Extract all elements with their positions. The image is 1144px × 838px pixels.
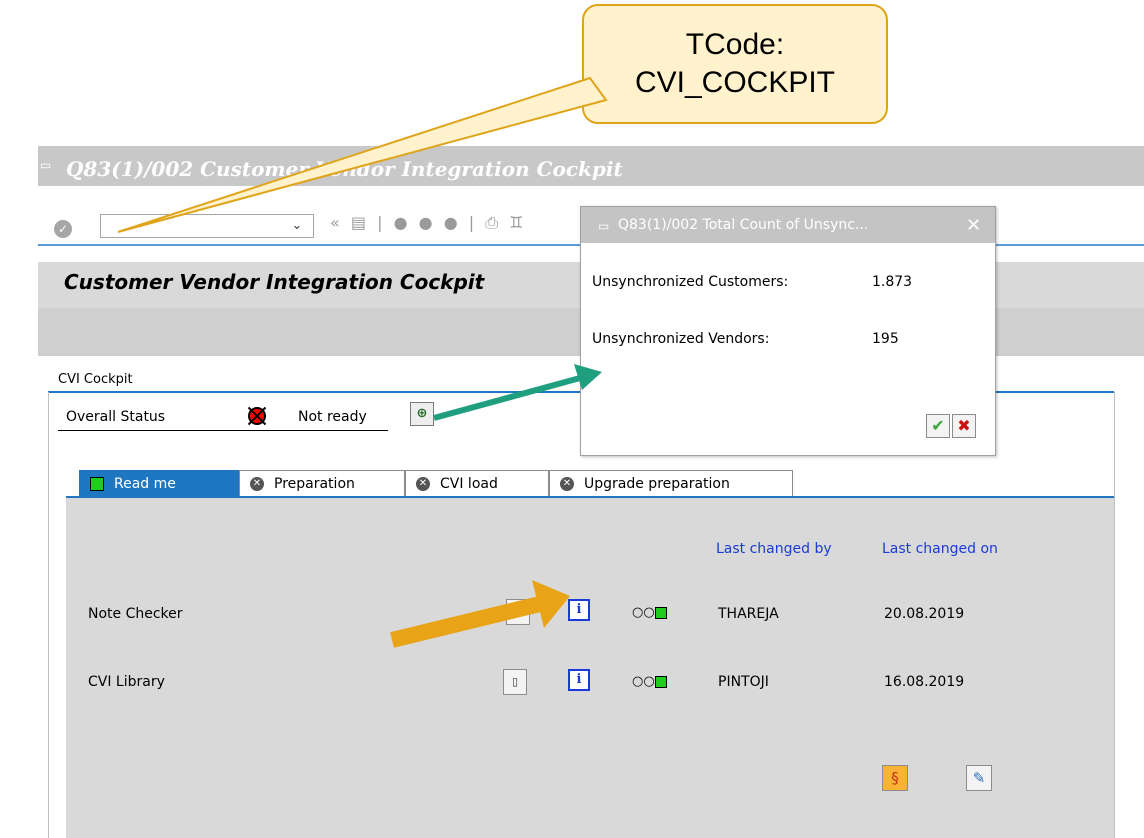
tab-label: Preparation: [274, 475, 355, 492]
separator-icon: |: [377, 213, 386, 232]
command-field[interactable]: [100, 214, 314, 238]
enter-check-icon[interactable]: ✓: [54, 220, 72, 238]
toolbar-icons[interactable]: « ▤ | ● ● ● | ⎙ ♊: [330, 213, 527, 237]
callout-line-1: TCode:: [685, 28, 785, 61]
tab-cvi-load[interactable]: ✕ CVI load: [405, 470, 549, 496]
changed-on-value: 16.08.2019: [884, 674, 965, 690]
traffic-light-icon: ○○: [632, 674, 667, 689]
tab-strip: Read me ✕ Preparation ✕ CVI load ✕ Upgra…: [79, 470, 793, 496]
changed-on-value: 20.08.2019: [884, 606, 965, 622]
tcode-callout: TCode: CVI_COCKPIT: [582, 4, 888, 124]
grey-cross-icon: ✕: [560, 476, 574, 491]
grey-cross-icon: ✕: [250, 476, 264, 491]
callout-line-2: CVI_COCKPIT: [634, 66, 836, 99]
back-icon[interactable]: ●: [394, 213, 411, 232]
row-label-note-checker: Note Checker: [88, 606, 183, 622]
display-document-button[interactable]: ▯: [503, 669, 527, 695]
tab-label: Read me: [114, 475, 176, 492]
row-label-cvi-library: CVI Library: [88, 674, 165, 690]
popup-title: Q83(1)/002 Total Count of Unsync...: [618, 217, 869, 233]
group-border-right: [1114, 392, 1115, 838]
info-button[interactable]: i: [568, 599, 590, 621]
vendors-label: Unsynchronized Vendors:: [592, 331, 770, 347]
overall-status-value: Not ready: [298, 409, 367, 425]
page-title: Customer Vendor Integration Cockpit: [64, 270, 485, 294]
display-document-button[interactable]: ▯: [506, 599, 530, 625]
close-icon[interactable]: ✕: [966, 215, 981, 236]
find-icon[interactable]: ♊: [509, 213, 526, 232]
window-title: Q83(1)/002 Customer Vendor Integration C…: [66, 157, 623, 181]
grey-cross-icon: ✕: [416, 476, 430, 491]
info-button[interactable]: i: [568, 669, 590, 691]
group-border-left: [48, 392, 49, 838]
column-header-changed-by: Last changed by: [716, 541, 832, 557]
cancel-icon[interactable]: ●: [444, 213, 461, 232]
customers-label: Unsynchronized Customers:: [592, 274, 789, 290]
tab-preparation[interactable]: ✕ Preparation: [239, 470, 405, 496]
tab-label: CVI load: [440, 475, 498, 492]
edit-pencil-button[interactable]: ✎: [966, 765, 992, 791]
confirm-check-button[interactable]: ✔: [926, 414, 950, 438]
vendors-value: 195: [872, 331, 899, 347]
window-menu-icon[interactable]: ▭: [40, 158, 54, 172]
cancel-x-button[interactable]: ✖: [952, 414, 976, 438]
back-double-chevron-icon[interactable]: «: [330, 213, 343, 232]
tab-label: Upgrade preparation: [584, 475, 730, 492]
red-status-light-icon: [248, 407, 266, 425]
group-label: CVI Cockpit: [58, 372, 133, 387]
status-detail-button[interactable]: ⊕: [410, 402, 434, 426]
column-header-changed-on: Last changed on: [882, 541, 998, 557]
separator-icon: |: [468, 213, 478, 232]
overall-status-underline: [58, 430, 388, 431]
changed-by-value: THAREJA: [718, 606, 779, 622]
green-square-icon: [90, 476, 104, 491]
tab-upgrade-preparation[interactable]: ✕ Upgrade preparation: [549, 470, 793, 496]
changed-by-value: PINTOJI: [718, 674, 769, 690]
tab-read-me[interactable]: Read me: [79, 470, 239, 496]
exit-icon[interactable]: ●: [419, 213, 436, 232]
traffic-light-icon: ○○: [632, 605, 667, 620]
print-icon[interactable]: ⎙: [485, 213, 501, 232]
overall-status-label: Overall Status: [66, 409, 166, 425]
command-history-chevron-icon[interactable]: ⌄: [284, 215, 310, 237]
customers-value: 1.873: [872, 274, 913, 290]
scroll-execute-button[interactable]: §: [882, 765, 908, 791]
popup-menu-icon[interactable]: ▭: [598, 219, 609, 233]
save-icon[interactable]: ▤: [351, 213, 369, 232]
